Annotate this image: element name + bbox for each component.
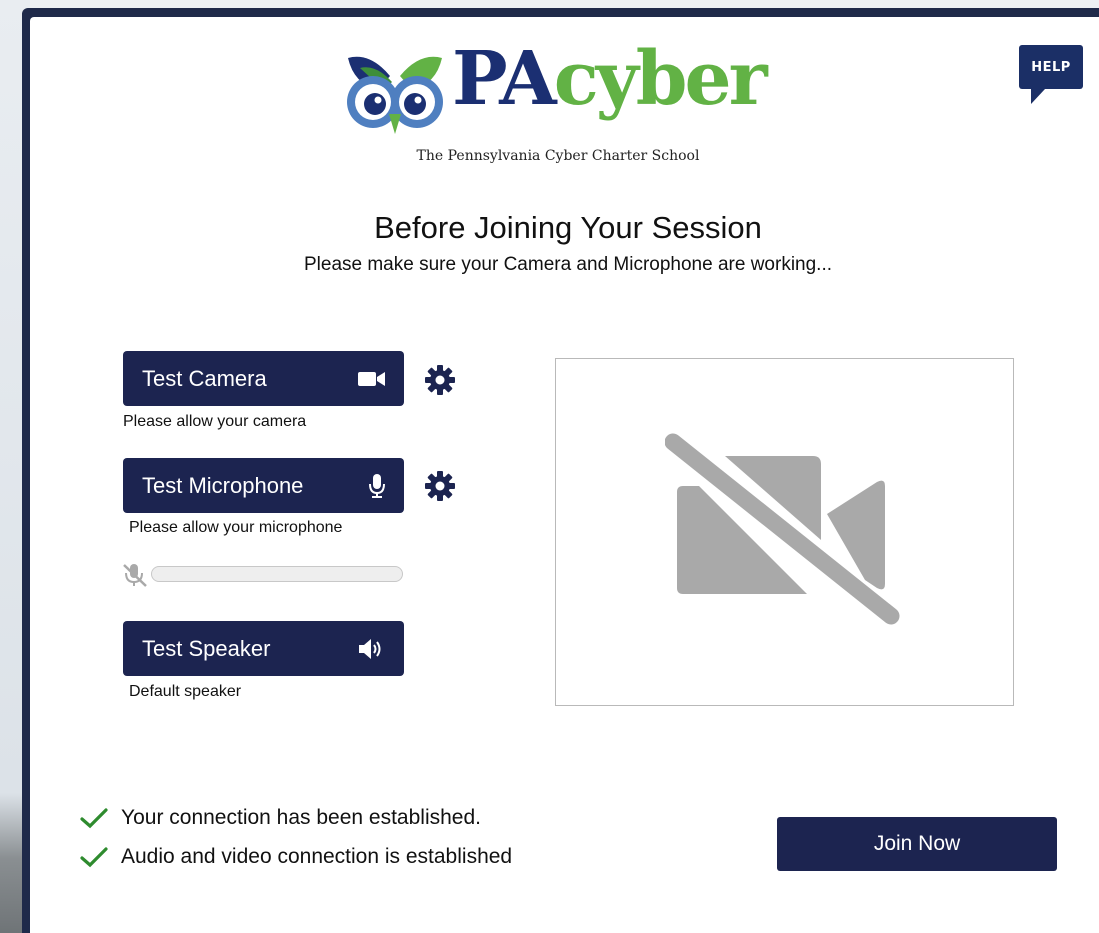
page-subtitle: Please make sure your Camera and Microph… [303, 254, 833, 275]
join-now-label: Join Now [873, 832, 961, 855]
test-speaker-label: Test Speaker [142, 635, 271, 661]
camera-settings-gear-icon[interactable] [424, 364, 456, 401]
help-button[interactable]: HELP [1019, 45, 1083, 89]
brand-wordmark: PAcyber [452, 42, 768, 116]
video-off-icon [664, 433, 899, 625]
owl-logo-icon [347, 56, 443, 134]
check-icon [80, 847, 108, 868]
pacyber-logo: PAcyber The Pennsylvania Cyber Charter S… [340, 42, 768, 172]
help-speech-bubble-icon [1031, 89, 1045, 104]
test-camera-label: Test Camera [142, 365, 267, 391]
microphone-hint: Please allow your microphone [129, 519, 343, 536]
speaker-hint: Default speaker [129, 683, 242, 700]
help-label: HELP [1031, 59, 1071, 75]
status-av: Audio and video connection is establishe… [80, 845, 512, 869]
microphone-settings-gear-icon[interactable] [424, 470, 456, 507]
check-icon [80, 808, 108, 829]
brand-pa: PA [452, 36, 557, 122]
microphone-muted-icon [121, 562, 149, 593]
test-speaker-button[interactable]: Test Speaker [123, 621, 404, 676]
logo-tagline: The Pennsylvania Cyber Charter School [416, 148, 700, 164]
page-title: Before Joining Your Session [374, 210, 762, 245]
microphone-level-meter [151, 566, 403, 582]
test-camera-button[interactable]: Test Camera [123, 351, 404, 406]
status-connection-text: Your connection has been established. [121, 806, 481, 829]
test-microphone-label: Test Microphone [142, 472, 304, 498]
join-now-button[interactable]: Join Now [777, 817, 1057, 871]
test-microphone-button[interactable]: Test Microphone [123, 458, 404, 513]
status-connection: Your connection has been established. [80, 806, 481, 830]
camera-hint: Please allow your camera [123, 413, 307, 430]
speaker-volume-icon [358, 638, 386, 659]
video-camera-icon [358, 370, 386, 388]
brand-cyber: cyber [553, 36, 768, 122]
camera-preview [555, 358, 1014, 706]
status-av-text: Audio and video connection is establishe… [121, 845, 513, 868]
microphone-icon [368, 473, 386, 499]
